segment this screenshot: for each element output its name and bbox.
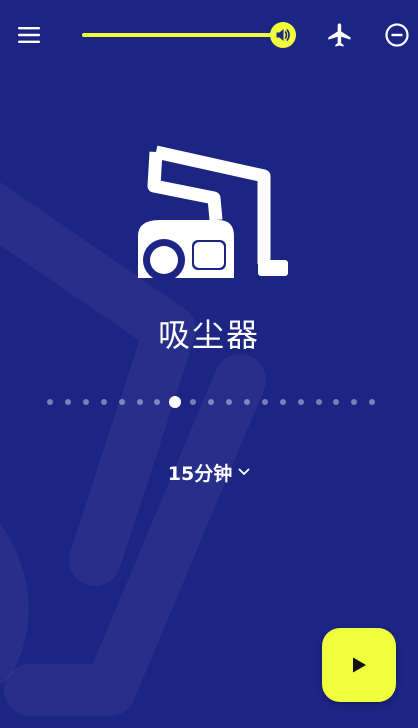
pager-dot[interactable] [154, 399, 160, 405]
play-icon [353, 657, 366, 673]
pager-dot[interactable] [298, 399, 304, 405]
pager-dot[interactable] [208, 399, 214, 405]
vacuum-cleaner-icon [138, 145, 288, 280]
volume-slider-track [82, 33, 283, 37]
pager-dot[interactable] [316, 399, 322, 405]
volume-slider-knob[interactable] [270, 22, 296, 48]
do-not-disturb-button[interactable] [383, 21, 411, 49]
pager-dot[interactable] [351, 399, 357, 405]
pager-dot[interactable] [190, 399, 196, 405]
hamburger-menu-icon [18, 27, 40, 43]
background-vacuum-silhouette [0, 182, 266, 716]
pager-dot[interactable] [244, 399, 250, 405]
airplane-mode-button[interactable] [326, 20, 354, 50]
pager-dot[interactable] [262, 399, 268, 405]
pager-dot[interactable] [226, 399, 232, 405]
pager-dot[interactable] [137, 399, 143, 405]
menu-button[interactable] [14, 20, 44, 50]
pager-dot[interactable] [101, 399, 107, 405]
pager-dot-active[interactable] [169, 396, 181, 408]
chevron-down-icon [238, 468, 250, 475]
pager-dot[interactable] [369, 399, 375, 405]
speaker-icon [276, 29, 290, 41]
pager-dot[interactable] [119, 399, 125, 405]
play-button[interactable] [322, 628, 396, 702]
sound-pager[interactable] [0, 396, 418, 408]
pager-dot[interactable] [333, 399, 339, 405]
pager-dot[interactable] [47, 399, 53, 405]
do-not-disturb-icon [385, 23, 409, 47]
pager-dot[interactable] [83, 399, 89, 405]
timer-label: 15分钟 [167, 462, 233, 485]
pager-dot[interactable] [280, 399, 286, 405]
top-bar [0, 0, 418, 70]
volume-slider[interactable] [82, 22, 308, 48]
airplane-mode-icon [328, 23, 351, 47]
timer-select[interactable]: 15分钟 [150, 456, 268, 488]
pager-dot[interactable] [65, 399, 71, 405]
sound-title: 吸尘器 [157, 316, 260, 354]
